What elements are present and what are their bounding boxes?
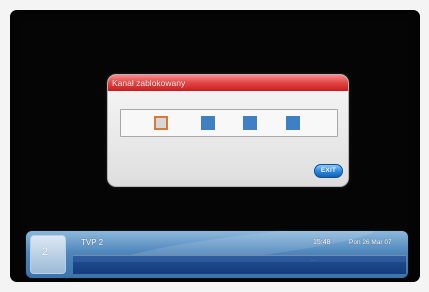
channel-info-bar: 2 TVP 2 15:48 Pon 26 Mar 07 ... [26, 231, 408, 278]
pin-digit-3[interactable] [243, 116, 257, 130]
pin-entry-panel [120, 109, 338, 137]
dialog-title: Kanał zablokowany [108, 75, 348, 91]
tv-screen: Kanał zablokowany EXIT 2 TVP 2 15:48 Pon… [10, 10, 420, 282]
channel-name: TVP 2 [81, 238, 104, 247]
clock: 15:48 [313, 239, 331, 246]
channel-number-box: 2 [30, 235, 66, 274]
date: Pon 26 Mar 07 [349, 239, 392, 246]
pin-digit-4[interactable] [286, 116, 300, 130]
program-guide-text: ... [311, 257, 316, 263]
exit-button[interactable]: EXIT [314, 164, 343, 178]
tv-frame: Kanał zablokowany EXIT 2 TVP 2 15:48 Pon… [0, 0, 429, 292]
channel-number: 2 [42, 246, 49, 258]
pin-digit-1[interactable] [154, 116, 168, 130]
program-guide-strip: ... [73, 255, 406, 274]
pin-digit-2[interactable] [201, 116, 215, 130]
channel-locked-dialog: Kanał zablokowany EXIT [107, 74, 349, 187]
